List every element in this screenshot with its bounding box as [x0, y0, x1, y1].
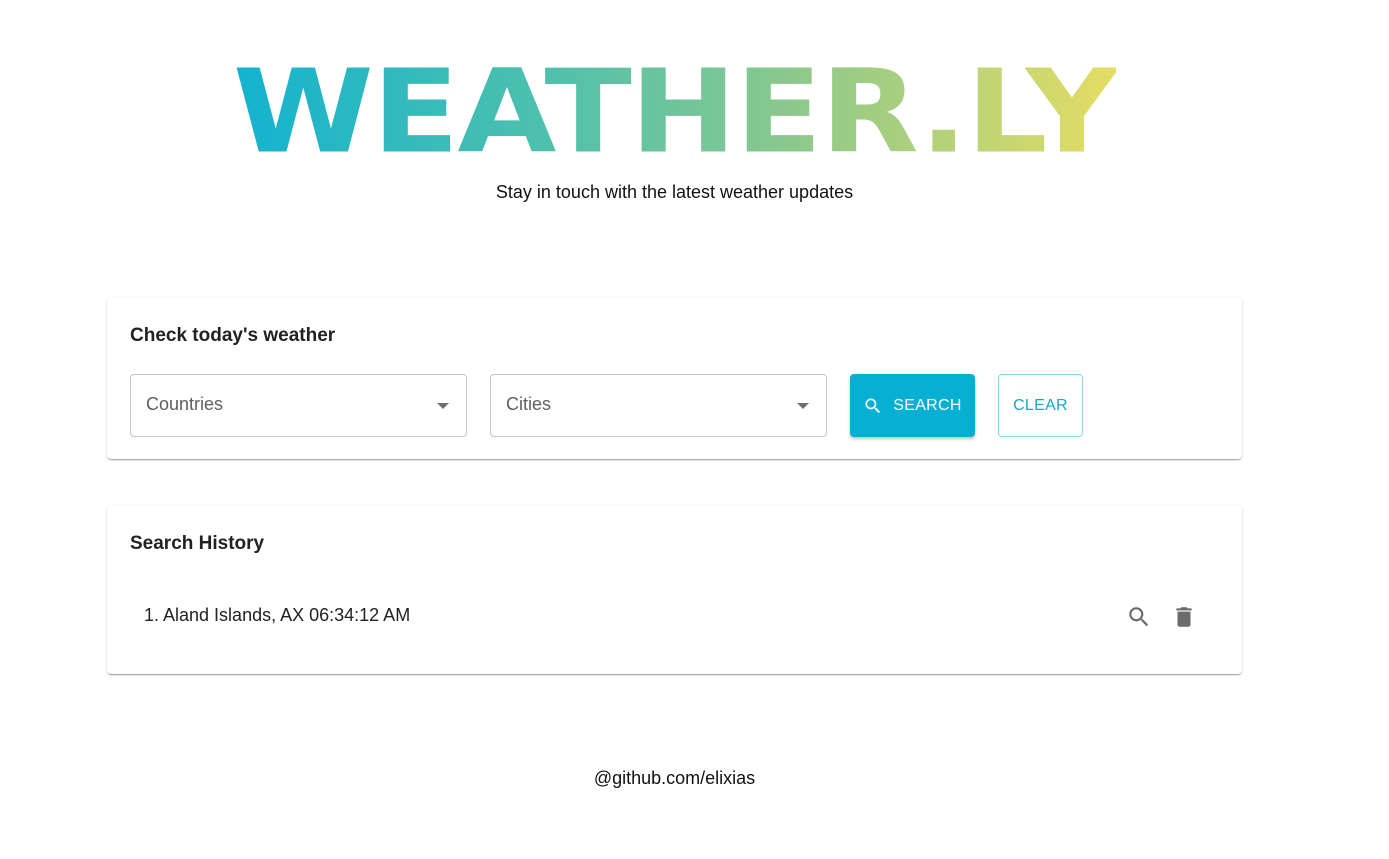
cities-select[interactable]: Cities	[490, 374, 827, 437]
tagline: Stay in touch with the latest weather up…	[495, 182, 854, 202]
search-button[interactable]: SEARCH	[850, 374, 975, 437]
history-search-button[interactable]	[1125, 603, 1153, 631]
countries-select[interactable]: Countries	[130, 374, 467, 437]
history-item-text: 1. Aland Islands, AX 06:34:12 AM	[144, 605, 411, 625]
cities-select-placeholder: Cities	[506, 394, 552, 414]
search-icon	[1129, 607, 1149, 627]
search-history-card: Search History 1. Aland Islands, AX 06:3…	[107, 505, 1242, 674]
clear-button[interactable]: CLEAR	[998, 374, 1083, 437]
trash-icon	[1176, 607, 1192, 627]
footer-github-link[interactable]: @github.com/elixias	[0, 768, 1349, 789]
weather-search-card: Check today's weather Countries Cities S…	[107, 297, 1242, 459]
app-logo: WEATHER.LY	[0, 38, 1349, 188]
chevron-down-icon	[437, 403, 449, 409]
search-icon	[865, 398, 881, 413]
chevron-down-icon	[797, 403, 809, 409]
search-button-label: SEARCH	[893, 396, 962, 414]
weather-card-title: Check today's weather	[130, 325, 336, 346]
page: WEATHER.LY Stay in touch with the latest…	[0, 0, 1389, 859]
logo-text: WEATHER.LY	[232, 45, 1118, 180]
history-delete-button[interactable]	[1170, 603, 1198, 631]
history-list-item: 1. Aland Islands, AX 06:34:12 AM	[144, 603, 1204, 631]
countries-select-placeholder: Countries	[146, 394, 224, 414]
history-card-title: Search History	[130, 533, 265, 554]
